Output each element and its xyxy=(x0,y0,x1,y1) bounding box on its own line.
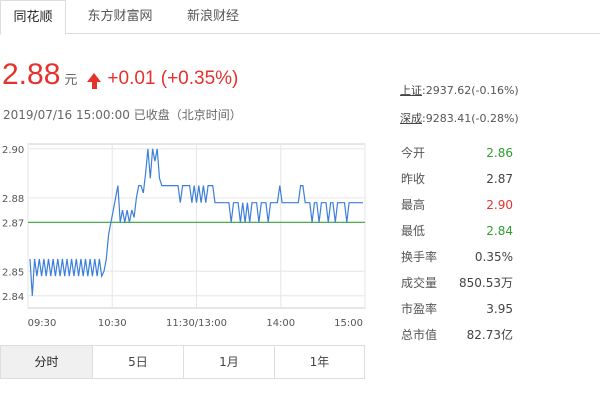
y-tick-label: 2.88 xyxy=(2,194,24,205)
index-shanghai: 上证:2937.62(-0.16%) xyxy=(400,82,519,98)
stat-value: 0.35% xyxy=(474,250,513,264)
x-tick-label: 14:00 xyxy=(266,318,295,329)
stat-pe-ratio: 市盈率 3.95 xyxy=(401,296,513,322)
y-tick-label: 2.84 xyxy=(2,292,24,303)
stat-label: 今开 xyxy=(401,146,426,160)
tab-intraday[interactable]: 分时 xyxy=(1,346,93,378)
stat-label: 最高 xyxy=(401,198,426,212)
tab-tonghuashun[interactable]: 同花顺 xyxy=(0,0,66,35)
index-shanghai-link[interactable]: 上证 xyxy=(400,84,422,97)
stat-label: 市盈率 xyxy=(401,302,438,316)
x-tick-label: 10:30 xyxy=(98,318,127,329)
source-tabs: 同花顺 东方财富网 新浪财经 xyxy=(0,0,600,35)
index-shenzhen-value: :9283.41(-0.28%) xyxy=(422,112,519,125)
stat-label: 昨收 xyxy=(401,172,426,186)
stat-turnover: 换手率 0.35% xyxy=(401,244,513,270)
tab-1-month[interactable]: 1月 xyxy=(184,346,275,378)
x-tick-label: 11:30/13:00 xyxy=(166,318,227,329)
stat-value: 2.87 xyxy=(486,172,513,186)
index-shenzhen-link[interactable]: 深成 xyxy=(400,112,422,125)
stat-value: 3.95 xyxy=(486,302,513,316)
x-tick-label: 15:00 xyxy=(334,318,363,329)
quote-timestamp: 2019/07/16 15:00:00 已收盘（北京时间） xyxy=(3,108,242,122)
stat-label: 最低 xyxy=(401,224,426,238)
tab-eastmoney[interactable]: 东方财富网 xyxy=(70,0,170,34)
index-shanghai-value: :2937.62(-0.16%) xyxy=(422,84,519,97)
price-unit: 元 xyxy=(64,73,78,88)
stat-high: 最高 2.90 xyxy=(401,192,513,218)
intraday-chart-svg: 2.90 2.88 2.87 2.85 2.84 09:30 10:30 11:30/13:0… xyxy=(2,143,366,329)
stat-prev-close: 昨收 2.87 xyxy=(401,166,513,192)
tab-sina-finance[interactable]: 新浪财经 xyxy=(170,0,256,34)
current-price: 2.88 xyxy=(2,58,61,91)
index-shenzhen: 深成:9283.41(-0.28%) xyxy=(400,110,519,126)
tab-1-year[interactable]: 1年 xyxy=(275,346,364,378)
y-tick-label: 2.87 xyxy=(2,218,24,229)
stat-value: 2.84 xyxy=(486,224,513,238)
up-arrow-icon xyxy=(87,73,102,89)
stat-label: 成交量 xyxy=(401,276,438,290)
range-tabs: 分时 5日 1月 1年 xyxy=(0,345,365,379)
stat-market-cap: 总市值 82.73亿 xyxy=(401,322,513,348)
stats-panel: 今开 2.86 昨收 2.87 最高 2.90 最低 2.84 换手率 0.35% 成交量… xyxy=(401,140,513,348)
stat-value: 82.73亿 xyxy=(466,328,513,342)
stat-value: 850.53万 xyxy=(459,276,513,290)
quote-header: 2.88 元 +0.01 (+0.35%) xyxy=(2,58,238,98)
stat-value: 2.86 xyxy=(486,146,513,160)
stat-volume: 成交量 850.53万 xyxy=(401,270,513,296)
stat-label: 换手率 xyxy=(401,250,438,264)
stat-label: 总市值 xyxy=(401,328,438,342)
y-tick-label: 2.85 xyxy=(2,267,24,278)
price-change: +0.01 (+0.35%) xyxy=(107,68,239,89)
stat-open: 今开 2.86 xyxy=(401,140,513,166)
y-tick-label: 2.90 xyxy=(2,145,24,156)
intraday-chart: 2.90 2.88 2.87 2.85 2.84 09:30 10:30 11:30/13:0… xyxy=(0,138,380,338)
stat-low: 最低 2.84 xyxy=(401,218,513,244)
tab-5-day[interactable]: 5日 xyxy=(93,346,184,378)
x-tick-label: 09:30 xyxy=(28,318,57,329)
stat-value: 2.90 xyxy=(486,198,513,212)
